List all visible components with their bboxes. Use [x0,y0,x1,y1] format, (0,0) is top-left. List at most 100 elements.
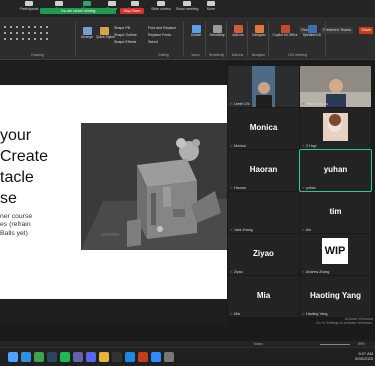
participant-name-label: tim [306,228,311,232]
speaker-aid-icon [307,25,317,33]
participant-name-label: Monica [234,144,246,148]
spotify-icon[interactable] [60,352,70,362]
participant-display-name: Haoting Yang [310,291,361,300]
chrome-icon[interactable] [34,352,44,362]
chat-icon [55,1,63,6]
voice-group: Dictate Voice [186,22,206,57]
slide-editor: your Create tacle se ner course es (refr… [0,61,227,325]
mic-muted-icon: ✕ [302,312,306,316]
participant-tile[interactable]: ✕Haoran Yu Lu [300,66,371,107]
teams-icon[interactable] [73,352,83,362]
zoom-icon[interactable] [151,352,161,362]
explorer-icon[interactable] [99,352,109,362]
participant-name-label: Haoran [234,186,246,190]
copilot-icon [280,25,290,33]
mic-muted-icon: ✕ [302,144,306,148]
participant-name-label: Andrew Zhang [306,270,330,274]
participant-name-label: Jack Zhang [234,228,253,232]
screen-sharing-banner: You are screen sharing [40,8,116,14]
steam-icon[interactable] [47,352,57,362]
activate-windows-watermark: Activate Windows Go to Settings to activ… [316,316,373,325]
more-icon [207,1,215,6]
arrange-button[interactable]: Arrange [80,27,94,40]
oci-meeting-group: Copilot for Office SpeakerAID OCI meetin… [270,22,326,57]
terminal-icon[interactable] [112,352,122,362]
speaker-aid-button[interactable]: SpeakerAID [300,25,324,38]
mic-muted-icon: ✕ [230,186,234,190]
participant-name-label: yuhan [306,186,316,190]
sensitivity-group: Sensitivity Sensitivity [207,22,227,57]
settings-icon[interactable] [164,352,174,362]
shape-outline-button[interactable]: Shape Outline [114,33,137,37]
participant-tile[interactable]: ✕Jack Zhang [228,192,299,233]
system-tray-clock[interactable]: 9:07 AM 6/30/2023 [355,351,373,361]
participant-tile[interactable]: Haoting Yang ✕Haoting Yang [300,276,371,317]
participant-tile[interactable]: ✕Leeth Chi [228,66,299,107]
designer-group: Designer Designer [249,22,269,57]
participant-name-label: Mia [234,312,240,316]
participant-tile[interactable]: Monica ✕Monica [228,108,299,149]
vscode-icon[interactable] [125,352,135,362]
start-icon[interactable] [8,352,18,362]
shape-effects-button[interactable]: Shape Effects [114,40,136,44]
participant-tile[interactable]: WIP ✕Andrew Zhang [300,234,371,275]
active-speaker-tile[interactable]: yuhan ✕yuhan [299,149,372,192]
participant-display-name: tim [329,207,342,216]
participant-tile[interactable]: Ziyao ✕Ziyao [228,234,299,275]
participant-display-name: Haoran [249,165,278,174]
mic-muted-icon: ✕ [302,186,306,190]
mic-muted-icon: ✕ [230,270,234,274]
copilot-for-office-button[interactable]: Copilot for Office [272,25,298,38]
wip-avatar: WIP [322,238,348,264]
drawing-group: Drawing [0,22,76,57]
participant-name-label: Haoting Yang [306,312,328,316]
mic-muted-icon: ✕ [230,144,234,148]
participant-tile[interactable]: tim ✕tim [300,192,371,233]
select-button[interactable]: Select [148,40,158,44]
participant-display-name: yuhan [323,165,348,174]
powerpoint-ribbon: Record Present in Teams Share Drawing Ar… [0,17,375,60]
more-button[interactable]: More [196,1,226,11]
dictate-button[interactable]: Dictate [188,25,204,38]
edge-icon[interactable] [21,352,31,362]
slide-title[interactable]: your Create tacle se [0,125,48,209]
present-in-teams-tab[interactable]: Present in Teams [321,27,353,34]
slide-control-icon [157,1,165,6]
participant-gallery: ✕Leeth Chi ✕Haoran Yu Lu Monica ✕Monica … [227,61,375,325]
add-ins-button[interactable]: Add-ins [230,25,246,38]
participant-display-name: Monica [249,123,278,132]
add-ins-group: Add-ins Add-ins [228,22,248,57]
stop-share-button[interactable]: Stop Share [120,8,144,14]
designer-icon [254,25,264,33]
participant-video [228,66,299,107]
3d-scene-render[interactable] [81,123,227,250]
participant-tile[interactable]: ✕Z Huyi [300,108,371,149]
shape-fill-button[interactable]: Shape Fill [114,26,130,30]
participant-name-label: Leeth Chi [234,102,250,106]
zoom-slider[interactable] [320,343,350,345]
powerpoint-icon[interactable] [138,352,148,362]
arrange-icon [82,27,92,35]
slide-body-text[interactable]: ner course es (refrain Balls yet) [0,213,32,238]
find-replace-button[interactable]: Find and Replace [148,26,176,30]
quick-styles-button[interactable]: Quick Styles [96,27,115,40]
designer-button[interactable]: Designer [251,25,267,38]
slide-canvas[interactable]: your Create tacle se ner course es (refr… [0,85,227,299]
participants-icon [25,1,33,6]
share-tab[interactable]: Share [359,27,373,34]
shapes-gallery[interactable] [2,24,50,44]
add-ins-icon [233,25,243,33]
microphone-icon [191,25,201,33]
show-meeting-icon [183,1,191,6]
participant-name-label: Z Huyi [306,144,317,148]
discord-icon[interactable] [86,352,96,362]
participant-tile[interactable]: Haoran ✕Haoran [228,150,299,191]
editing-group: Find and Replace Replace Fonts Select Ed… [144,22,184,57]
share-icon [83,1,91,6]
replace-fonts-button[interactable]: Replace Fonts [148,33,171,37]
sensitivity-button[interactable]: Sensitivity [209,25,225,38]
mic-muted-icon: ✕ [230,228,234,232]
quick-styles-icon [99,27,109,35]
annotate-icon [131,1,139,6]
participant-tile[interactable]: Mia ✕Mia [228,276,299,317]
